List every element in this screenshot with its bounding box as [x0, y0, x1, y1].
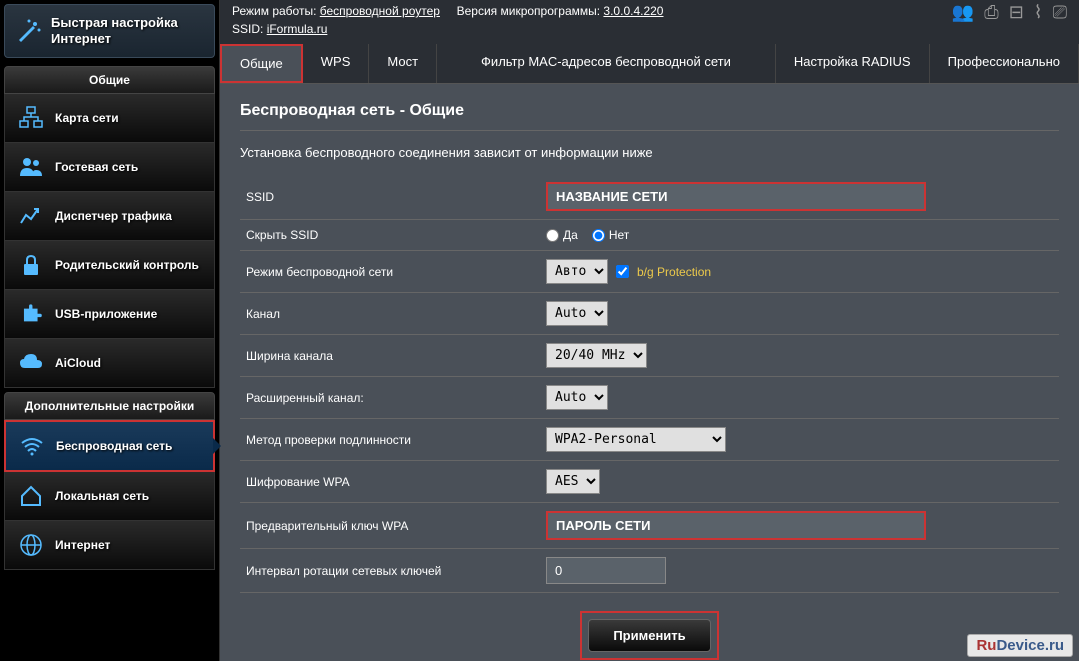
main-content: Режим работы: беспроводной роутер Версия…	[220, 0, 1079, 661]
ssid-header-label: SSID:	[232, 22, 263, 36]
storage-icon[interactable]: ⊟	[1009, 2, 1024, 23]
hide-ssid-yes-radio[interactable]	[546, 229, 559, 242]
usb-status-icon[interactable]: ⎙	[984, 2, 998, 23]
sidebar: Быстрая настройка Интернет Общие Карта с…	[0, 0, 220, 661]
tab-general[interactable]: Общие	[220, 44, 303, 83]
page-description: Установка беспроводного соединения завис…	[240, 145, 1059, 160]
wifi-status-icon[interactable]: ⌇	[1034, 2, 1043, 23]
bg-protection-checkbox[interactable]	[616, 265, 629, 278]
cloud-icon	[17, 349, 45, 377]
ext-channel-label: Расширенный канал:	[240, 377, 540, 419]
channel-width-select[interactable]: 20/40 MHz	[546, 343, 647, 368]
channel-select[interactable]: Auto	[546, 301, 608, 326]
tab-bridge[interactable]: Мост	[369, 44, 437, 83]
tab-wps[interactable]: WPS	[303, 44, 370, 83]
ssid-input[interactable]	[546, 182, 926, 211]
globe-icon	[17, 531, 45, 559]
sidebar-item-network-map[interactable]: Карта сети	[4, 94, 215, 143]
apply-button[interactable]: Применить	[588, 619, 710, 652]
page-title: Беспроводная сеть - Общие	[240, 102, 1059, 131]
channel-label: Канал	[240, 293, 540, 335]
lock-icon	[17, 251, 45, 279]
mode-label: Режим работы:	[232, 4, 316, 18]
sidebar-item-parental-control[interactable]: Родительский контроль	[4, 241, 215, 290]
rekey-interval-label: Интервал ротации сетевых ключей	[240, 549, 540, 593]
traffic-icon	[17, 202, 45, 230]
puzzle-icon	[17, 300, 45, 328]
ext-channel-select[interactable]: Auto	[546, 385, 608, 410]
quick-internet-setup[interactable]: Быстрая настройка Интернет	[4, 4, 215, 58]
wifi-icon	[18, 432, 46, 460]
sidebar-item-wireless[interactable]: Беспроводная сеть	[4, 420, 215, 472]
guest-icon	[17, 153, 45, 181]
rekey-interval-input[interactable]	[546, 557, 666, 584]
section-advanced-header: Дополнительные настройки	[4, 392, 215, 420]
sidebar-item-lan[interactable]: Локальная сеть	[4, 472, 215, 521]
wireless-mode-label: Режим беспроводной сети	[240, 251, 540, 293]
fw-value-link[interactable]: 3.0.0.4.220	[603, 4, 663, 18]
home-icon	[17, 482, 45, 510]
section-general-header: Общие	[4, 66, 215, 94]
wpa-psk-label: Предварительный ключ WPA	[240, 503, 540, 549]
auth-method-select[interactable]: WPA2-Personal	[546, 427, 726, 452]
fw-label: Версия микропрограммы:	[457, 4, 600, 18]
channel-width-label: Ширина канала	[240, 335, 540, 377]
hide-ssid-label: Скрыть SSID	[240, 220, 540, 251]
tab-mac-filter[interactable]: Фильтр MAC-адресов беспроводной сети	[437, 44, 776, 83]
wpa-psk-input[interactable]	[546, 511, 926, 540]
quick-setup-label: Быстрая настройка Интернет	[51, 15, 206, 46]
hide-ssid-no-radio[interactable]	[592, 229, 605, 242]
mode-value-link[interactable]: беспроводной роутер	[320, 4, 440, 18]
top-bar: Режим работы: беспроводной роутер Версия…	[220, 0, 1079, 44]
bg-protection-label: b/g Protection	[637, 265, 711, 279]
sidebar-item-guest-network[interactable]: Гостевая сеть	[4, 143, 215, 192]
wpa-encryption-label: Шифрование WPA	[240, 461, 540, 503]
sidebar-item-aicloud[interactable]: AiCloud	[4, 339, 215, 388]
network-map-icon	[17, 104, 45, 132]
tabs: Общие WPS Мост Фильтр MAC-адресов беспро…	[220, 44, 1079, 84]
wpa-encryption-select[interactable]: AES	[546, 469, 600, 494]
wand-icon	[13, 15, 43, 47]
printer-icon[interactable]: ⎚	[1053, 2, 1067, 23]
tab-radius[interactable]: Настройка RADIUS	[776, 44, 930, 83]
sidebar-item-usb-app[interactable]: USB-приложение	[4, 290, 215, 339]
tab-professional[interactable]: Профессионально	[930, 44, 1079, 83]
sidebar-item-internet[interactable]: Интернет	[4, 521, 215, 570]
watermark: RuDevice.ru	[967, 634, 1073, 657]
ssid-label: SSID	[240, 174, 540, 220]
clients-icon[interactable]: 👥	[952, 2, 974, 23]
ssid-header-value[interactable]: iFormula.ru	[267, 22, 328, 36]
auth-method-label: Метод проверки подлинности	[240, 419, 540, 461]
wireless-mode-select[interactable]: Авто	[546, 259, 608, 284]
sidebar-item-traffic-manager[interactable]: Диспетчер трафика	[4, 192, 215, 241]
